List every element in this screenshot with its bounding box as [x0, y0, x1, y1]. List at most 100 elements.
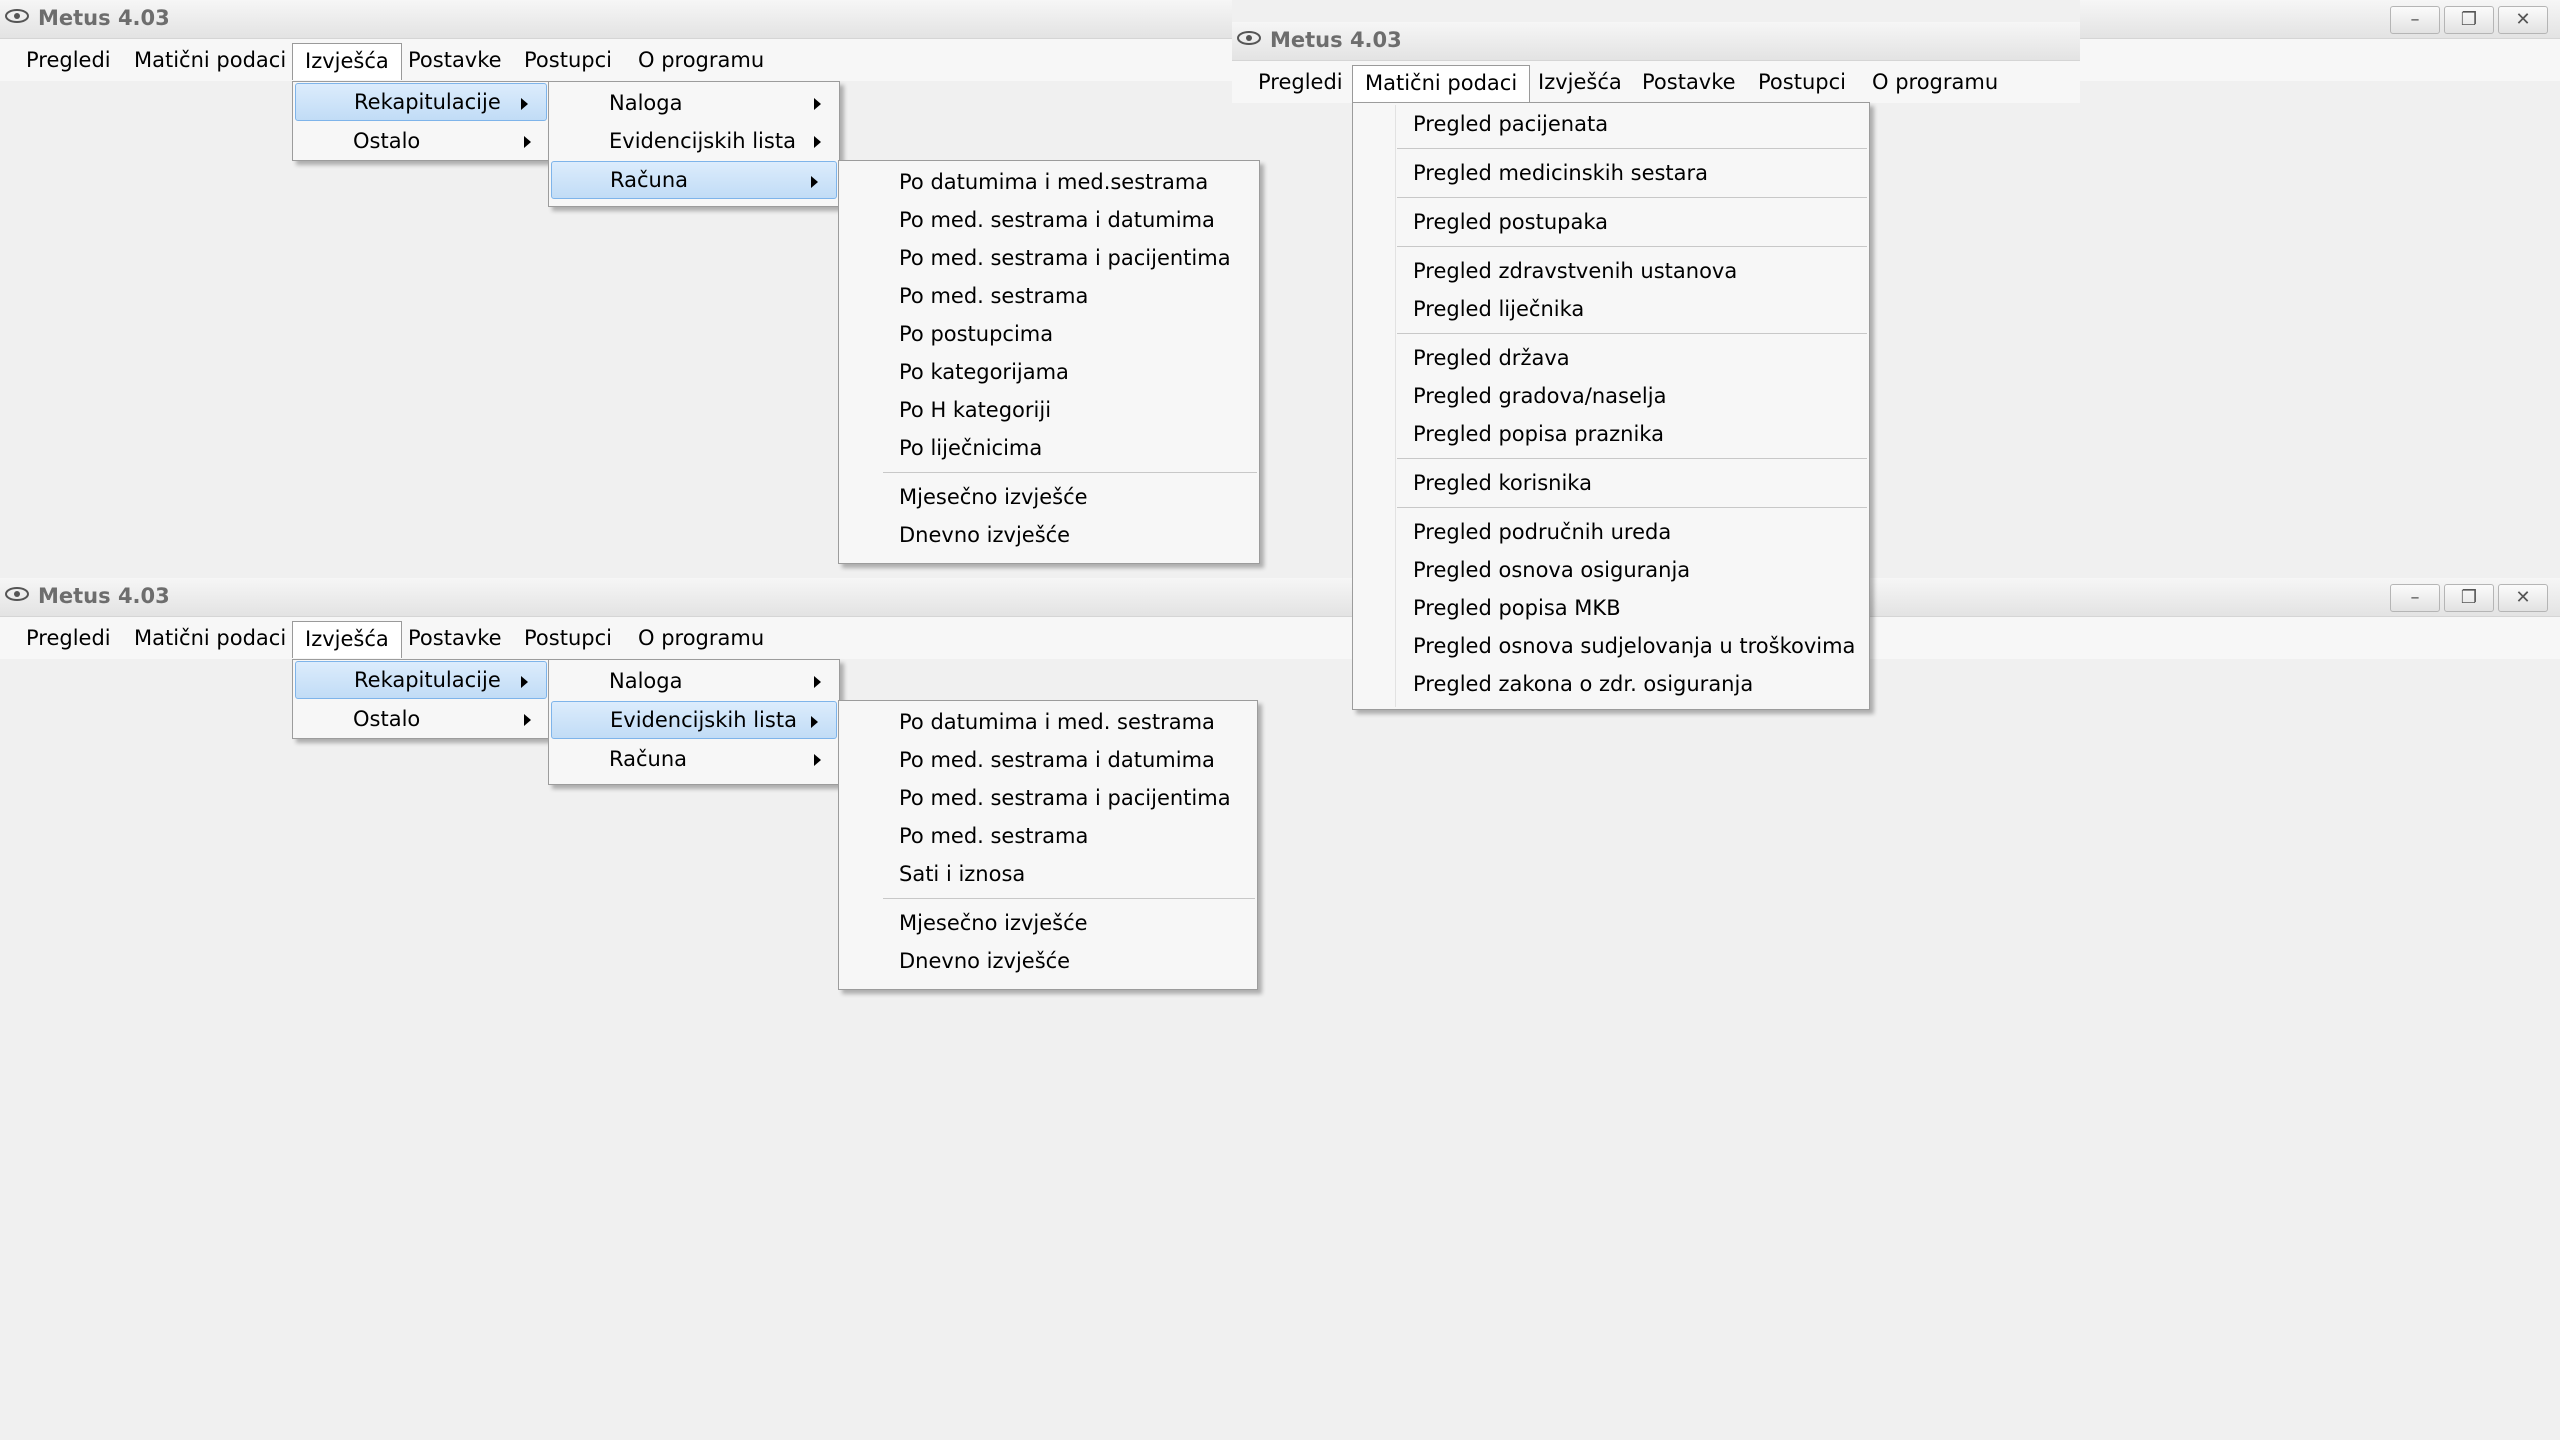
izvjesca-menu: Rekapitulacije Ostalo	[292, 659, 550, 739]
menu-item-naloga[interactable]: Naloga	[549, 662, 839, 700]
evidencijskih-lista-submenu: Po datumima i med. sestrama Po med. sest…	[838, 700, 1258, 990]
menu-maticni-podaci[interactable]: Matični podaci	[1352, 65, 1531, 102]
rekapitulacije-menu: Naloga Evidencijskih lista Računa	[548, 659, 840, 785]
chevron-right-icon	[811, 716, 818, 728]
menu-item[interactable]: Dnevno izvješće	[839, 942, 1257, 980]
menu-item[interactable]: Po datumima i med. sestrama	[839, 703, 1257, 741]
chevron-right-icon	[524, 714, 531, 726]
menu-pregledi[interactable]: Pregledi	[1246, 65, 1355, 99]
menu-separator	[1397, 148, 1867, 149]
minimize-button[interactable]: –	[2390, 584, 2440, 612]
menu-item[interactable]: Po med. sestrama	[839, 277, 1259, 315]
minimize-button[interactable]: –	[2390, 6, 2440, 34]
menu-item-racuna[interactable]: Računa	[549, 740, 839, 778]
menu-item[interactable]: Mjesečno izvješće	[839, 904, 1257, 942]
menu-izvjesca[interactable]: Izvješća	[1526, 65, 1634, 99]
menu-separator	[883, 472, 1257, 473]
restore-button[interactable]: ❐	[2444, 584, 2494, 612]
chevron-right-icon	[814, 676, 821, 688]
menu-postavke[interactable]: Postavke	[396, 43, 514, 77]
chevron-right-icon	[811, 176, 818, 188]
menu-postupci[interactable]: Postupci	[512, 43, 624, 77]
title-bar: Metus 4.03 – ❐ ✕	[0, 578, 2560, 617]
maticni-podaci-menu: Pregled pacijenata Pregled medicinskih s…	[1352, 102, 1870, 710]
menu-separator	[1397, 458, 1867, 459]
menu-item[interactable]: Dnevno izvješće	[839, 516, 1259, 554]
menu-izvjesca[interactable]: Izvješća	[292, 621, 402, 658]
title-bar: Metus 4.03	[1232, 22, 2080, 61]
menu-izvjesca[interactable]: Izvješća	[292, 43, 402, 80]
menu-item[interactable]: Po postupcima	[839, 315, 1259, 353]
menu-item[interactable]: Po liječnicima	[839, 429, 1259, 467]
menu-item-ostalo[interactable]: Ostalo	[293, 122, 549, 160]
menu-separator	[1397, 197, 1867, 198]
title-bar: Metus 4.03	[0, 0, 1232, 39]
chevron-right-icon	[814, 754, 821, 766]
window-controls: – ❐ ✕	[2390, 584, 2560, 612]
chevron-right-icon	[521, 676, 528, 688]
menu-item[interactable]: Po datumima i med.sestrama	[839, 163, 1259, 201]
menu-item-podrucni-uredi[interactable]: Pregled područnih ureda	[1353, 513, 1869, 551]
menu-item-zakon-osiguranja[interactable]: Pregled zakona o zdr. osiguranja	[1353, 665, 1869, 703]
menu-maticni-podaci[interactable]: Matični podaci	[122, 621, 298, 655]
izvjesca-menu: Rekapitulacije Ostalo	[292, 81, 550, 161]
menu-postupci[interactable]: Postupci	[512, 621, 624, 655]
menu-item-praznici[interactable]: Pregled popisa praznika	[1353, 415, 1869, 453]
menu-postupci[interactable]: Postupci	[1746, 65, 1858, 99]
menu-item-osnove-osiguranja[interactable]: Pregled osnova osiguranja	[1353, 551, 1869, 589]
window-controls: – ❐ ✕	[2390, 6, 2560, 34]
menu-item[interactable]: Po H kategoriji	[839, 391, 1259, 429]
menu-maticni-podaci[interactable]: Matični podaci	[122, 43, 298, 77]
window-title: Metus 4.03	[1270, 28, 1402, 52]
window-title: Metus 4.03	[38, 584, 170, 608]
menu-item[interactable]: Po med. sestrama i pacijentima	[839, 779, 1257, 817]
menu-o-programu[interactable]: O programu	[1860, 65, 2010, 99]
menu-o-programu[interactable]: O programu	[626, 621, 776, 655]
window-1-right-strip: – ❐ ✕	[2080, 0, 2560, 578]
menu-separator	[1397, 246, 1867, 247]
menu-o-programu[interactable]: O programu	[626, 43, 776, 77]
desktop: { "app": { "title": "Metus 4.03" }, "men…	[0, 0, 2560, 1440]
menu-item[interactable]: Po kategorijama	[839, 353, 1259, 391]
app-icon	[5, 587, 29, 601]
menu-item-evidencijskih-lista[interactable]: Evidencijskih lista	[549, 122, 839, 160]
menu-pregledi[interactable]: Pregledi	[14, 621, 123, 655]
close-button[interactable]: ✕	[2498, 6, 2548, 34]
menu-item-korisnici[interactable]: Pregled korisnika	[1353, 464, 1869, 502]
menu-item-mkb[interactable]: Pregled popisa MKB	[1353, 589, 1869, 627]
menu-item[interactable]: Mjesečno izvješće	[839, 478, 1259, 516]
menu-item-racuna[interactable]: Računa	[551, 161, 837, 199]
app-icon	[1237, 31, 1261, 45]
menu-item-gradovi[interactable]: Pregled gradova/naselja	[1353, 377, 1869, 415]
menu-item[interactable]: Po med. sestrama i datumima	[839, 201, 1259, 239]
menu-item[interactable]: Po med. sestrama	[839, 817, 1257, 855]
app-icon	[5, 9, 29, 23]
menu-item-postupci[interactable]: Pregled postupaka	[1353, 203, 1869, 241]
menu-item-rekapitulacije[interactable]: Rekapitulacije	[295, 83, 547, 121]
menu-item-evidencijskih-lista[interactable]: Evidencijskih lista	[551, 701, 837, 739]
menu-item-pacijenti[interactable]: Pregled pacijenata	[1353, 105, 1869, 143]
menu-item[interactable]: Sati i iznosa	[839, 855, 1257, 893]
menu-postavke[interactable]: Postavke	[1630, 65, 1748, 99]
window-3: Metus 4.03 Pregledi Matični podaci Izvje…	[1232, 22, 2080, 103]
rekapitulacije-menu: Naloga Evidencijskih lista Računa	[548, 81, 840, 207]
close-button[interactable]: ✕	[2498, 584, 2548, 612]
menu-separator	[1397, 507, 1867, 508]
menu-item[interactable]: Po med. sestrama i datumima	[839, 741, 1257, 779]
chevron-right-icon	[814, 136, 821, 148]
restore-button[interactable]: ❐	[2444, 6, 2494, 34]
menu-bar: Pregledi Matični podaci Izvješća Postavk…	[0, 617, 2560, 659]
menu-item-ostalo[interactable]: Ostalo	[293, 700, 549, 738]
title-bar: – ❐ ✕	[2080, 0, 2560, 39]
menu-item-drzave[interactable]: Pregled država	[1353, 339, 1869, 377]
menu-postavke[interactable]: Postavke	[396, 621, 514, 655]
menu-item-rekapitulacije[interactable]: Rekapitulacije	[295, 661, 547, 699]
menu-item-sudjelovanje-troskovi[interactable]: Pregled osnova sudjelovanja u troškovima	[1353, 627, 1869, 665]
menu-item[interactable]: Po med. sestrama i pacijentima	[839, 239, 1259, 277]
menu-pregledi[interactable]: Pregledi	[14, 43, 123, 77]
menu-item-zdravstvene-ustanove[interactable]: Pregled zdravstvenih ustanova	[1353, 252, 1869, 290]
menu-item-naloga[interactable]: Naloga	[549, 84, 839, 122]
window-2: Metus 4.03 – ❐ ✕ Pregledi Matični podaci…	[0, 578, 2560, 1440]
menu-item-lijecnici[interactable]: Pregled liječnika	[1353, 290, 1869, 328]
menu-item-medicinske-sestre[interactable]: Pregled medicinskih sestara	[1353, 154, 1869, 192]
